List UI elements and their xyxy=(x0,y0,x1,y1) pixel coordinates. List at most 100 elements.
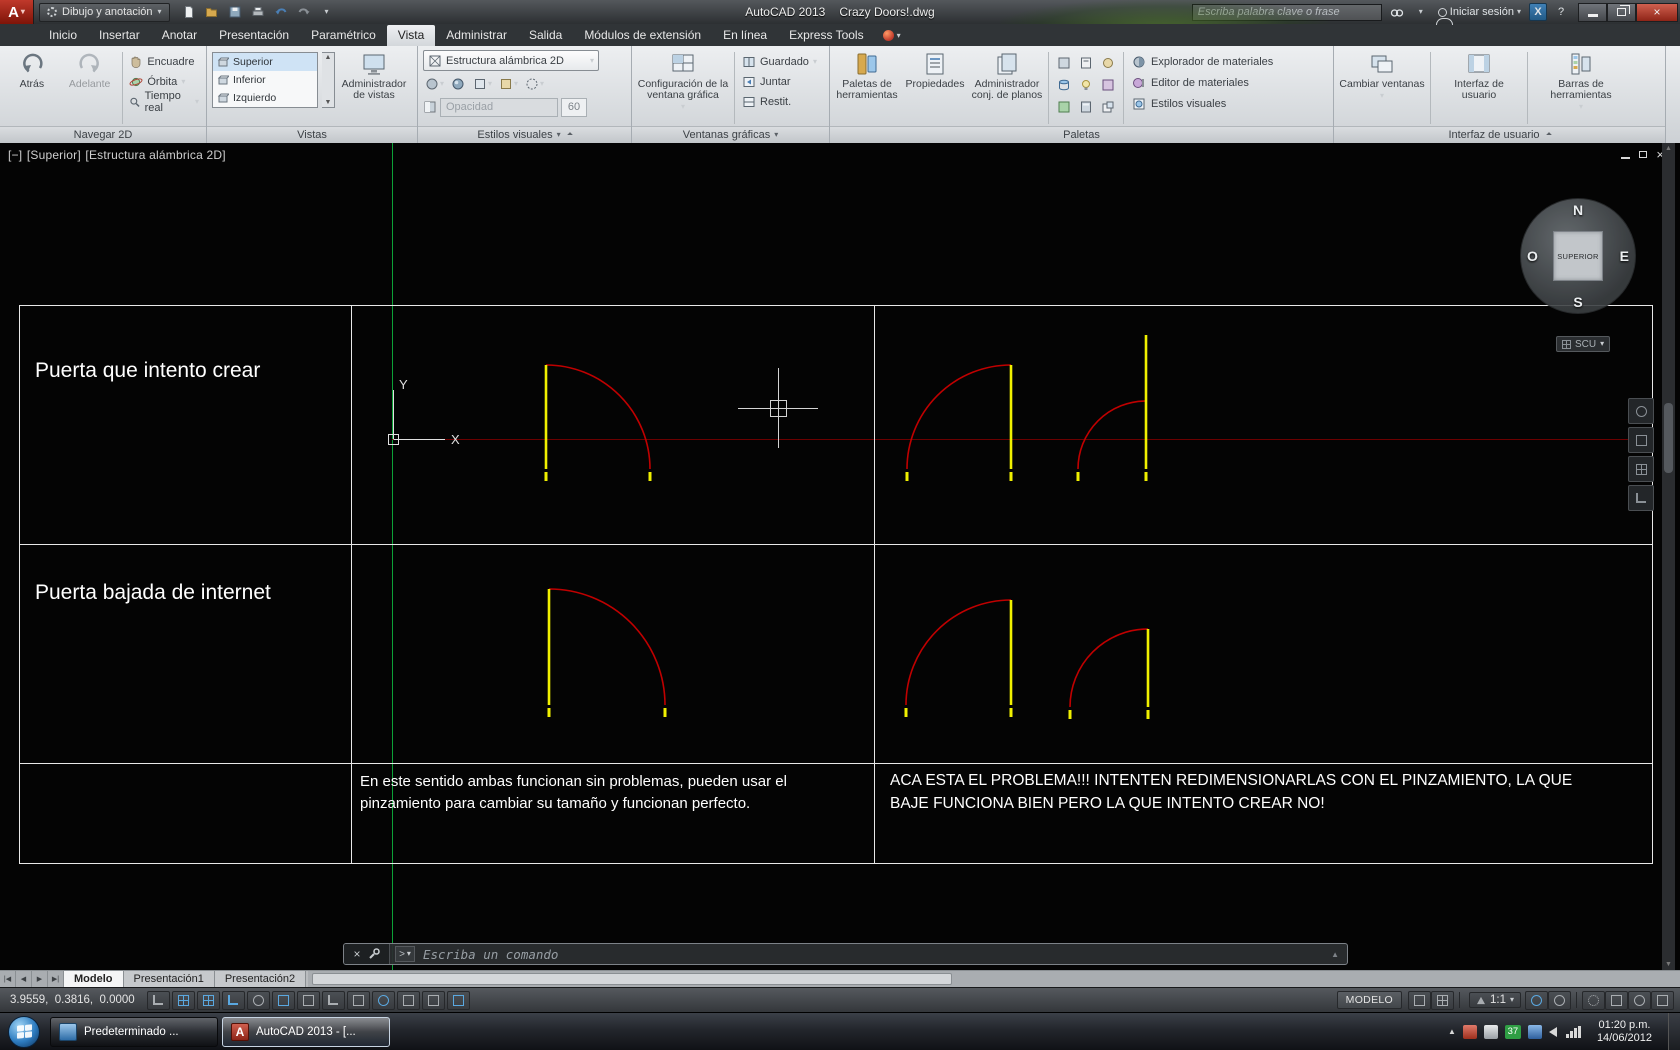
ribbon-options-icon[interactable]: ▾ xyxy=(897,31,901,40)
panel-label-interfaz-usuario[interactable]: Interfaz de usuario xyxy=(1334,126,1665,143)
edge-color-button[interactable]: ▾ xyxy=(497,76,520,92)
horizontal-scrollbar-thumb[interactable] xyxy=(312,973,953,985)
plot-button[interactable] xyxy=(247,2,269,22)
edge-style-button[interactable]: ▾ xyxy=(471,76,494,92)
visual-style-dropdown[interactable]: Estructura alámbrica 2D ▾ xyxy=(423,50,599,71)
door-create-mirrored[interactable] xyxy=(905,364,1013,481)
tab-presentacion1[interactable]: Presentación1 xyxy=(123,971,215,987)
quick-view-layouts-button[interactable] xyxy=(1430,990,1454,1010)
dialog-launcher-icon[interactable] xyxy=(566,132,573,138)
dialog-launcher-icon[interactable] xyxy=(1545,132,1552,138)
grid-display-button[interactable] xyxy=(196,990,220,1010)
annotation-visibility-button[interactable] xyxy=(1525,990,1548,1010)
tab-administrar[interactable]: Administrar xyxy=(435,25,518,46)
opacity-value[interactable]: 60 xyxy=(561,97,587,117)
viewcube-south[interactable]: S xyxy=(1573,294,1582,310)
viewcube[interactable]: N S O E SUPERIOR xyxy=(1520,198,1636,314)
previous-tab-button[interactable]: ◀ xyxy=(16,971,32,987)
lineweight-button[interactable] xyxy=(396,990,420,1010)
tab-salida[interactable]: Salida xyxy=(518,25,573,46)
zoom-tool-button[interactable] xyxy=(1628,456,1654,482)
switch-windows-button[interactable]: Cambiar ventanas ▾ xyxy=(1339,50,1425,126)
viewcube-top-face[interactable]: SUPERIOR xyxy=(1553,231,1603,281)
viewport-view-control[interactable]: [Superior] xyxy=(27,148,81,162)
viewcube-west[interactable]: O xyxy=(1527,248,1538,264)
panel-label-ventanas-graficas[interactable]: Ventanas gráficas ▾ xyxy=(632,126,829,143)
tab-en-linea[interactable]: En línea xyxy=(712,25,778,46)
redo-button[interactable] xyxy=(293,2,315,22)
first-tab-button[interactable]: |◀ xyxy=(0,971,16,987)
properties-button[interactable]: Propiedades xyxy=(903,50,967,126)
infer-constraints-button[interactable] xyxy=(146,990,170,1010)
quick-properties-button[interactable] xyxy=(446,990,470,1010)
tab-presentacion[interactable]: Presentación xyxy=(208,25,300,46)
workspace-switcher[interactable]: Dibujo y anotación ▾ xyxy=(39,2,170,22)
coordinates-readout[interactable]: 3.9559, 0.3816, 0.0000 xyxy=(0,994,147,1006)
tab-modelo[interactable]: Modelo xyxy=(64,971,124,987)
panel-label-paletas[interactable]: Paletas xyxy=(830,126,1333,143)
dynamic-input-button[interactable] xyxy=(371,990,395,1010)
view-list-item-inferior[interactable]: Inferior xyxy=(213,71,317,89)
save-button[interactable] xyxy=(224,2,246,22)
tab-presentacion2[interactable]: Presentación2 xyxy=(214,971,307,987)
scroll-down-icon[interactable]: ▼ xyxy=(1665,961,1672,968)
command-history-icon[interactable]: ▲ xyxy=(1331,950,1339,959)
tab-express-tools[interactable]: Express Tools xyxy=(778,25,874,46)
scroll-up-icon[interactable]: ▲ xyxy=(1665,145,1672,152)
pan-button[interactable]: Encuadre xyxy=(127,53,201,70)
panel-label-estilos-visuales[interactable]: Estilos visuales ▾ xyxy=(418,126,631,143)
count-palette-button[interactable] xyxy=(1076,53,1096,73)
open-file-button[interactable] xyxy=(201,2,223,22)
vertical-scrollbar[interactable]: ▲ ▼ xyxy=(1662,143,1675,970)
scroll-down-icon[interactable]: ▼ xyxy=(325,99,332,106)
back-button[interactable]: Atrás xyxy=(5,50,59,126)
blocks-palette-button[interactable] xyxy=(1054,53,1074,73)
calculator-palette-button[interactable] xyxy=(1076,97,1096,117)
next-tab-button[interactable]: ▶ xyxy=(32,971,48,987)
application-menu-button[interactable]: A ▾ xyxy=(0,0,34,24)
visual-styles-manager-button[interactable]: Estilos visuales xyxy=(1129,95,1276,113)
model-layout-toggle-button[interactable] xyxy=(1407,990,1431,1010)
panel-label-navegar-2d[interactable]: Navegar 2D xyxy=(0,126,206,143)
lights-palette-button[interactable] xyxy=(1076,75,1096,95)
door-internet-resized[interactable] xyxy=(1068,628,1150,719)
search-options-button[interactable]: ▾ xyxy=(1412,3,1430,21)
drawing-area[interactable]: Y X [−] [Superior] [Estructura alámbrica… xyxy=(0,143,1680,970)
annotation-autoscale-button[interactable] xyxy=(1548,990,1571,1010)
tab-inicio[interactable]: Inicio xyxy=(38,25,88,46)
visual-styles-palette-button[interactable] xyxy=(1098,75,1118,95)
volume-icon[interactable] xyxy=(1548,1026,1557,1037)
face-style-button[interactable]: ▾ xyxy=(423,76,446,92)
command-close-icon[interactable]: × xyxy=(353,947,360,961)
ucs-selector-button[interactable]: SCU ▾ xyxy=(1556,336,1611,352)
exchange-apps-button[interactable]: X xyxy=(1529,3,1547,21)
panel-label-vistas[interactable]: Vistas xyxy=(207,126,417,143)
clean-screen-button[interactable] xyxy=(1651,990,1674,1010)
new-file-button[interactable] xyxy=(178,2,200,22)
shadow-style-button[interactable] xyxy=(449,76,468,92)
opacity-slider[interactable]: Opacidad xyxy=(440,97,558,117)
sheet-set-manager-button[interactable]: Administrador conj. de planos xyxy=(971,50,1043,126)
tray-sync-icon[interactable] xyxy=(1527,1024,1542,1039)
tray-counter-badge[interactable]: 37 xyxy=(1504,1024,1521,1039)
viewport-style-control[interactable]: [Estructura alámbrica 2D] xyxy=(85,148,225,162)
viewcube-north[interactable]: N xyxy=(1573,202,1583,218)
tab-parametrico[interactable]: Paramétrico xyxy=(300,25,387,46)
polar-tracking-button[interactable] xyxy=(246,990,270,1010)
viewcube-east[interactable]: E xyxy=(1620,248,1629,264)
object-snap-3d-button[interactable] xyxy=(296,990,320,1010)
tab-insertar[interactable]: Insertar xyxy=(88,25,151,46)
orbit-button[interactable]: Órbita ▾ xyxy=(127,73,201,90)
search-input[interactable] xyxy=(1191,3,1382,21)
ucs-icon[interactable]: Y X xyxy=(388,377,461,447)
user-interface-button[interactable]: Interfaz de usuario xyxy=(1436,50,1522,126)
restore-button[interactable] xyxy=(1607,2,1636,22)
tab-vista[interactable]: Vista xyxy=(386,25,436,46)
last-tab-button[interactable]: ▶| xyxy=(48,971,64,987)
undo-button[interactable] xyxy=(270,2,292,22)
tray-update-icon[interactable] xyxy=(1483,1024,1498,1039)
view-list-item-superior[interactable]: Superior xyxy=(213,53,317,71)
show-desktop-button[interactable] xyxy=(1668,1012,1680,1050)
tool-palettes-button[interactable]: Paletas de herramientas xyxy=(835,50,899,126)
fullnav-wheel-button[interactable] xyxy=(1628,398,1654,424)
